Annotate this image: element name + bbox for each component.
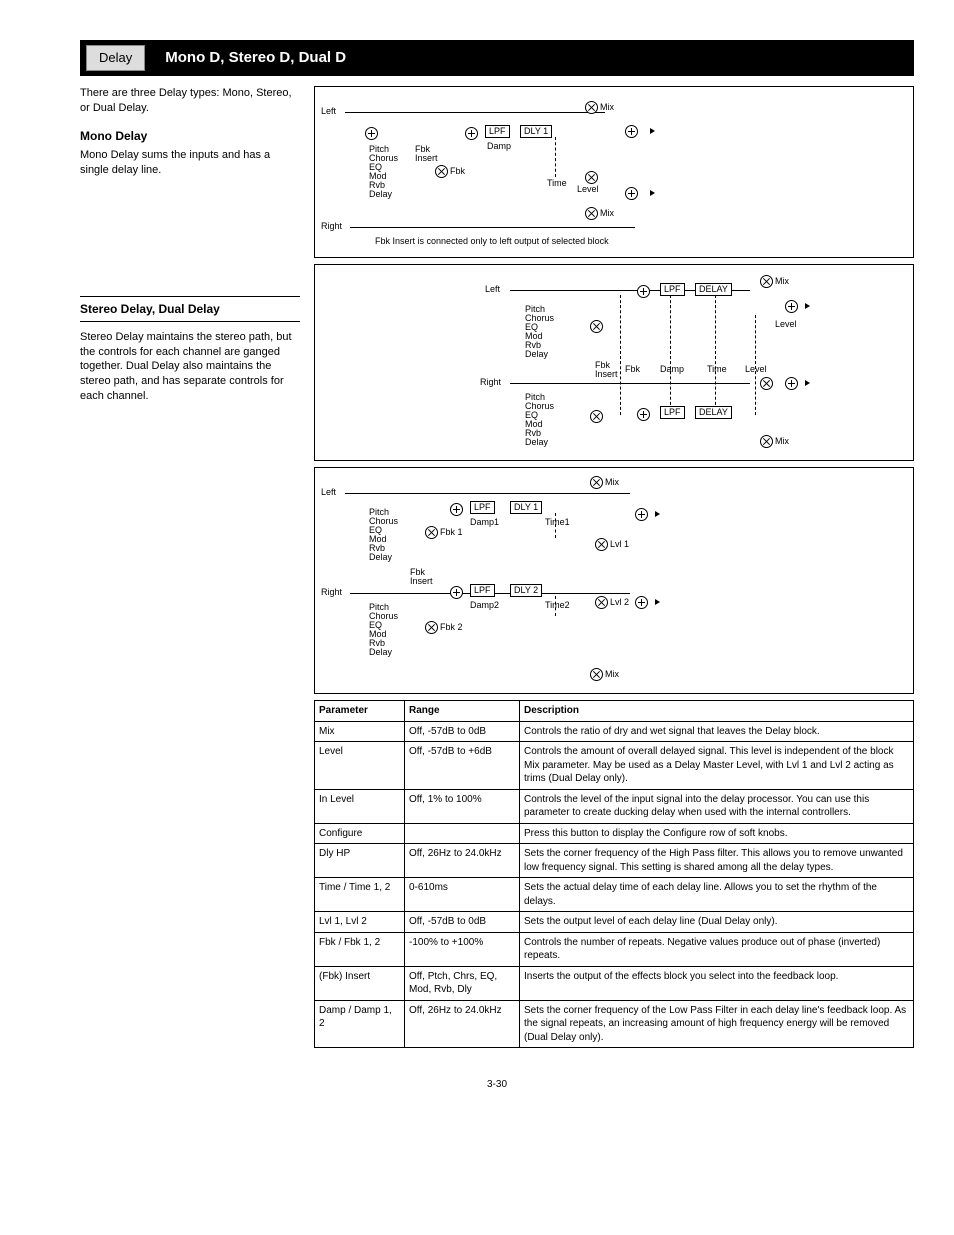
sidebar-text: There are three Delay types: Mono, Stere… [80,86,300,1048]
table-row: Lvl 1, Lvl 2Off, -57dB to 0dBSets the ou… [315,912,914,933]
table-row: (Fbk) InsertOff, Ptch, Chrs, EQ, Mod, Rv… [315,966,914,1000]
page-footer: 3-30 [80,1078,914,1092]
col-range: Range [405,701,520,722]
col-parameter: Parameter [315,701,405,722]
mono-delay-heading: Mono Delay [80,128,300,144]
table-row: Dly HPOff, 26Hz to 24.0kHzSets the corne… [315,844,914,878]
section-header: Delay Mono D, Stereo D, Dual D [80,40,914,76]
dual-delay-diagram: Left Mix Pitch Chorus EQ Mod Rvb Delay F… [314,467,914,694]
col-description: Description [520,701,914,722]
mono-delay-diagram: Left Pitch Chorus EQ Mod Rvb Delay Fbk I… [314,86,914,258]
parameter-table: Parameter Range Description MixOff, -57d… [314,700,914,1048]
table-row: Fbk / Fbk 1, 2-100% to +100%Controls the… [315,932,914,966]
table-row: In LevelOff, 1% to 100%Controls the leve… [315,789,914,823]
table-row: ConfigurePress this button to display th… [315,823,914,844]
table-row: LevelOff, -57dB to +6dBControls the amou… [315,742,914,790]
mono-delay-body: Mono Delay sums the inputs and has a sin… [80,148,300,178]
intro-text: There are three Delay types: Mono, Stere… [80,86,300,116]
table-row: MixOff, -57dB to 0dBControls the ratio o… [315,721,914,742]
table-row: Time / Time 1, 20-610msSets the actual d… [315,878,914,912]
stereo-delay-diagram: Left Pitch Chorus EQ Mod Rvb Delay LPF D… [314,264,914,461]
table-header-row: Parameter Range Description [315,701,914,722]
section-title: Mono D, Stereo D, Dual D [165,48,346,68]
stereo-dual-body: Stereo Delay maintains the stereo path, … [80,330,300,404]
delay-tab: Delay [86,45,145,71]
stereo-dual-heading: Stereo Delay, Dual Delay [80,296,300,322]
table-row: Damp / Damp 1, 2Off, 26Hz to 24.0kHzSets… [315,1000,914,1048]
